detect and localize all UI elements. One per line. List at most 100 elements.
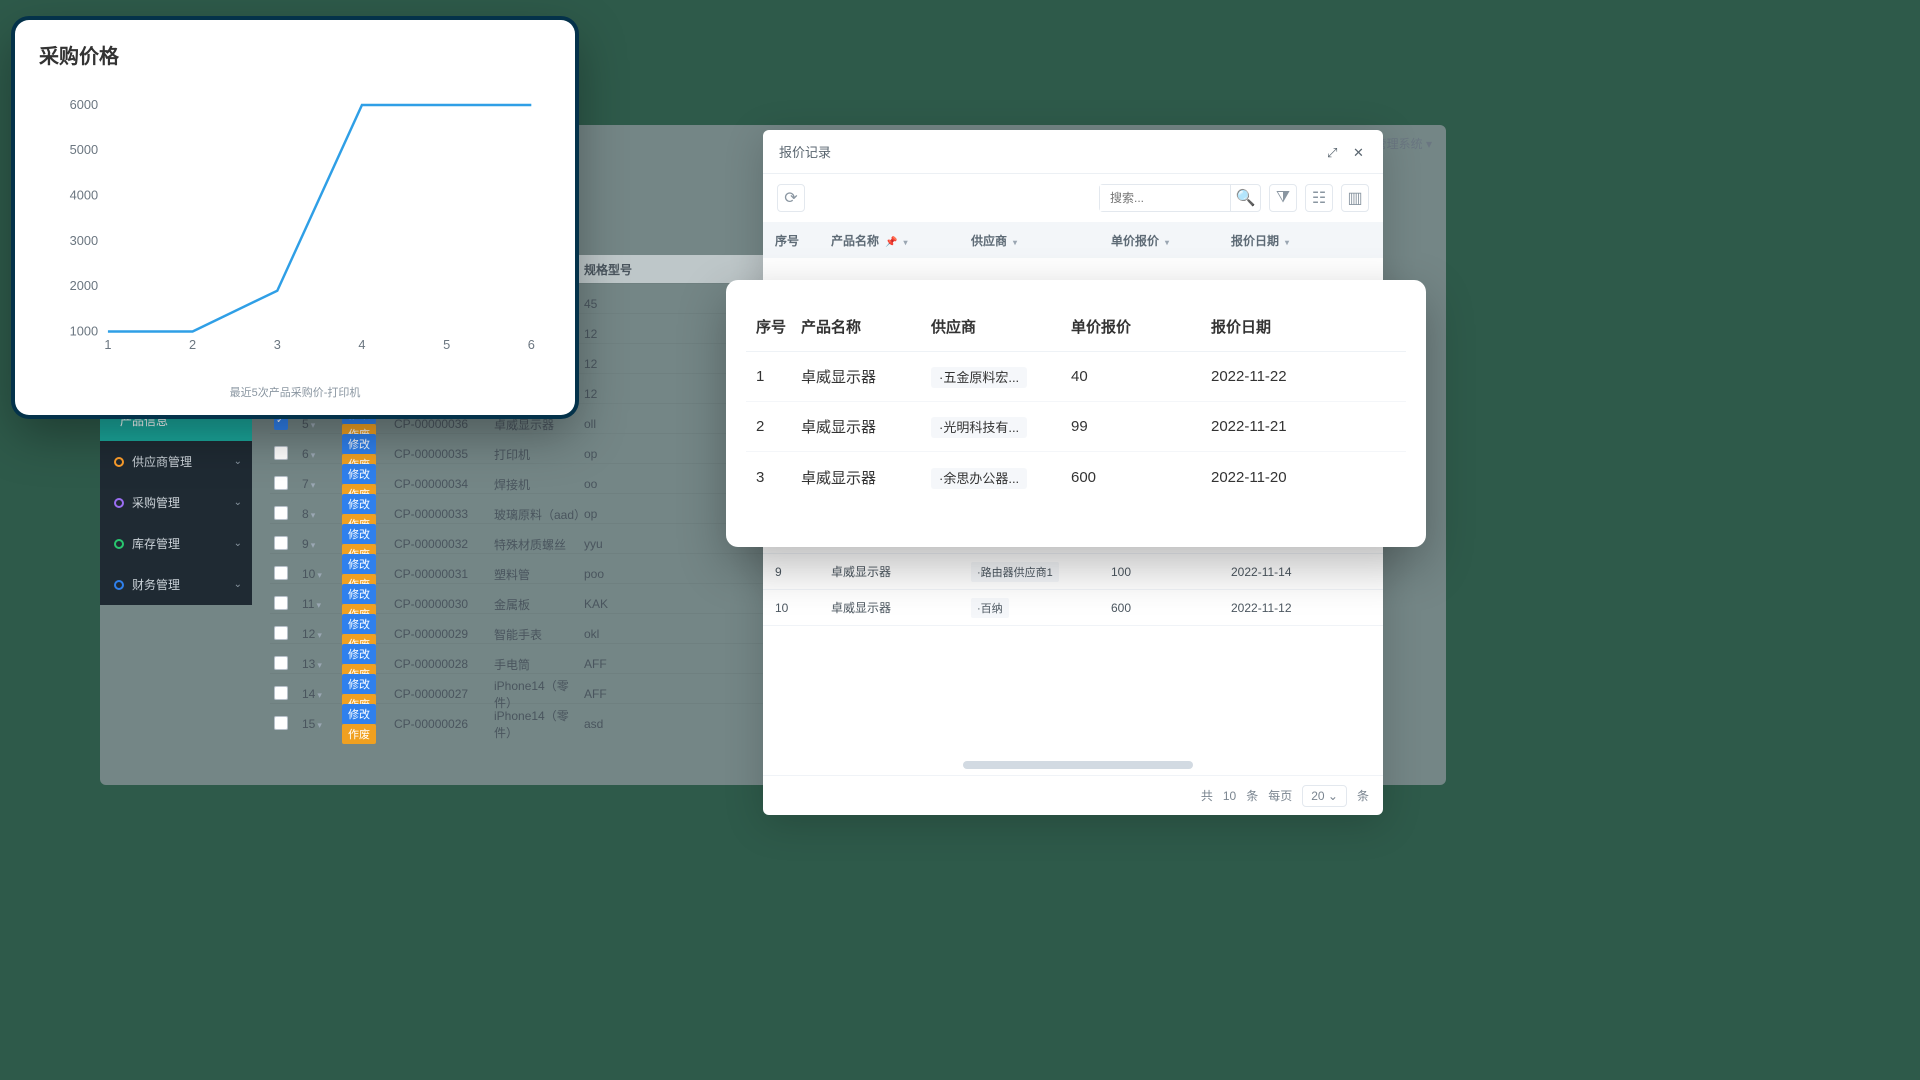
edit-button[interactable]: 修改 — [342, 674, 376, 694]
row-checkbox[interactable] — [274, 566, 288, 580]
edit-button[interactable]: 修改 — [342, 584, 376, 604]
col-date[interactable]: 报价日期▾ — [1231, 232, 1383, 249]
cell-seq: 10 — [775, 601, 831, 615]
void-button[interactable]: 作废 — [342, 724, 376, 744]
refresh-button[interactable]: ⟳ — [777, 184, 805, 212]
row-index: 10▾ — [302, 567, 342, 581]
col-supplier[interactable]: 供应商▾ — [971, 232, 1111, 249]
search-input[interactable] — [1100, 185, 1230, 211]
row-checkbox[interactable] — [274, 506, 288, 520]
sidebar-item-inventory[interactable]: 库存管理⌄ — [100, 523, 252, 564]
row-checkbox[interactable] — [274, 446, 288, 460]
filter-icon: ⧩ — [1276, 189, 1290, 207]
supplier-tag[interactable]: ·百纳 — [971, 598, 1009, 618]
total-count: 10 — [1223, 789, 1236, 803]
svg-text:6000: 6000 — [70, 97, 98, 112]
edit-button[interactable]: 修改 — [342, 434, 376, 454]
row-checkbox[interactable] — [274, 686, 288, 700]
chevron-down-icon: ⌄ — [234, 456, 242, 467]
row-checkbox[interactable] — [274, 596, 288, 610]
row-checkbox[interactable] — [274, 656, 288, 670]
col-seq[interactable]: 序号 — [775, 232, 831, 249]
columns-button[interactable]: ☷ — [1305, 184, 1333, 212]
col-name[interactable]: 产品名称📌▾ — [831, 232, 971, 249]
edit-button[interactable]: 修改 — [342, 614, 376, 634]
page-size-select[interactable]: 20 ⌄ — [1302, 785, 1347, 807]
table-row[interactable]: 1 卓威显示器 ·五金原料宏... 40 2022-11-22 — [746, 352, 1406, 402]
row-index: 12▾ — [302, 627, 342, 641]
edit-button[interactable]: 修改 — [342, 524, 376, 544]
table-row[interactable]: 12▾ 修改作废 CP-00000029 智能手表 okl — [270, 613, 770, 643]
search-button[interactable]: 🔍 — [1230, 185, 1260, 211]
table-row[interactable]: 9 卓威显示器 ·路由器供应商1 100 2022-11-14 — [763, 554, 1383, 590]
table-row[interactable]: 10 卓威显示器 ·百纳 600 2022-11-12 — [763, 590, 1383, 626]
table-row[interactable]: 2 卓威显示器 ·光明科技有... 99 2022-11-21 — [746, 402, 1406, 452]
sidebar: 产品信息 供应商管理⌄ 采购管理⌄ 库存管理⌄ 财务管理⌄ — [100, 400, 252, 605]
edit-button[interactable]: 修改 — [342, 704, 376, 724]
cell-name: 打印机 — [494, 446, 584, 463]
chart-button[interactable]: ▥ — [1341, 184, 1369, 212]
table-row[interactable]: 13▾ 修改作废 CP-00000028 手电筒 AFF — [270, 643, 770, 673]
table-row[interactable]: 7▾ 修改作废 CP-00000034 焊接机 oo — [270, 463, 770, 493]
cell-code: CP-00000029 — [394, 627, 494, 641]
col-price[interactable]: 单价报价▾ — [1111, 232, 1231, 249]
row-checkbox[interactable] — [274, 716, 288, 730]
close-icon[interactable]: ✕ — [1353, 145, 1367, 159]
cell-spec: 45 — [584, 297, 694, 311]
cell-date: 2022-11-12 — [1231, 601, 1383, 615]
chevron-down-icon: ⌄ — [234, 497, 242, 508]
cell-seq: 2 — [746, 418, 801, 435]
table-row[interactable]: 15▾ 修改作废 CP-00000026 iPhone14（零件） asd — [270, 703, 770, 733]
table-row[interactable]: 6▾ 修改作废 CP-00000035 打印机 op — [270, 433, 770, 463]
col-name: 产品名称 — [801, 316, 931, 337]
modal-footer: 共 10 条 每页 20 ⌄ 条 — [763, 775, 1383, 815]
cell-spec: poo — [584, 567, 694, 581]
pin-icon[interactable]: 📌 — [885, 237, 897, 248]
col-spec[interactable]: 规格型号 — [584, 263, 632, 277]
svg-text:3000: 3000 — [70, 233, 98, 248]
table-row[interactable]: 9▾ 修改作废 CP-00000032 特殊材质螺丝 yyu — [270, 523, 770, 553]
sort-icon[interactable]: ▾ — [1013, 238, 1017, 247]
horizontal-scrollbar[interactable] — [963, 761, 1193, 769]
dot-icon — [114, 457, 124, 467]
table-row[interactable]: 8▾ 修改作废 CP-00000033 玻璃原料（aad） op — [270, 493, 770, 523]
row-index: 5▾ — [302, 417, 342, 431]
supplier-tag[interactable]: ·余思办公器... — [931, 468, 1027, 489]
sidebar-item-finance[interactable]: 财务管理⌄ — [100, 564, 252, 605]
edit-button[interactable]: 修改 — [342, 494, 376, 514]
row-index: 9▾ — [302, 537, 342, 551]
supplier-tag[interactable]: ·光明科技有... — [931, 417, 1027, 438]
edit-button[interactable]: 修改 — [342, 644, 376, 664]
row-index: 6▾ — [302, 447, 342, 461]
col-supplier: 供应商 — [931, 316, 1071, 337]
filter-button[interactable]: ⧩ — [1269, 184, 1297, 212]
chart-title: 采购价格 — [39, 40, 551, 69]
sidebar-item-purchase[interactable]: 采购管理⌄ — [100, 482, 252, 523]
sort-icon[interactable]: ▾ — [1285, 238, 1289, 247]
sort-icon[interactable]: ▾ — [1165, 238, 1169, 247]
cell-name: 玻璃原料（aad） — [494, 506, 584, 523]
table-row[interactable]: 3 卓威显示器 ·余思办公器... 600 2022-11-20 — [746, 452, 1406, 502]
expand-icon[interactable]: ⤢ — [1327, 145, 1341, 159]
sort-icon[interactable]: ▾ — [903, 238, 907, 247]
edit-button[interactable]: 修改 — [342, 554, 376, 574]
row-checkbox[interactable] — [274, 536, 288, 550]
row-checkbox[interactable] — [274, 416, 288, 430]
supplier-tag[interactable]: ·路由器供应商1 — [971, 562, 1059, 582]
row-index: 14▾ — [302, 687, 342, 701]
row-checkbox[interactable] — [274, 626, 288, 640]
svg-text:3: 3 — [274, 337, 281, 352]
sidebar-item-supplier[interactable]: 供应商管理⌄ — [100, 441, 252, 482]
cell-spec: asd — [584, 717, 694, 731]
table-row[interactable]: 11▾ 修改作废 CP-00000030 金属板 KAK — [270, 583, 770, 613]
table-row[interactable]: 10▾ 修改作废 CP-00000031 塑料管 poo — [270, 553, 770, 583]
edit-button[interactable]: 修改 — [342, 464, 376, 484]
table-row[interactable]: 14▾ 修改作废 CP-00000027 iPhone14（零件） AFF — [270, 673, 770, 703]
search-icon: 🔍 — [1236, 188, 1256, 208]
cell-price: 600 — [1071, 469, 1211, 486]
dot-icon — [114, 580, 124, 590]
row-checkbox[interactable] — [274, 476, 288, 490]
supplier-tag[interactable]: ·五金原料宏... — [931, 367, 1027, 388]
cell-seq: 3 — [746, 469, 801, 486]
cell-code: CP-00000026 — [394, 717, 494, 731]
